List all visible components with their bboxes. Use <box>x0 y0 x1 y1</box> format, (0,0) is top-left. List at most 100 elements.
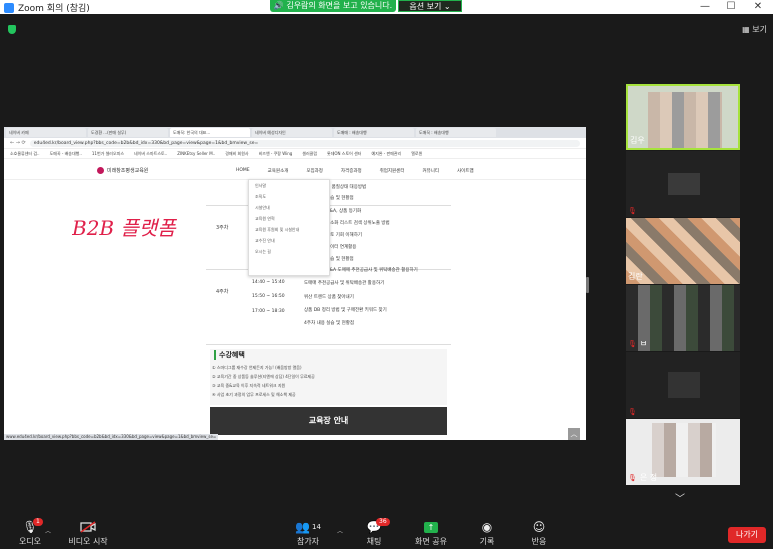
bookmark[interactable]: 예지완 - 판매관리 <box>371 149 401 158</box>
leave-button[interactable]: 나가기 <box>728 527 766 543</box>
chat-button[interactable]: 💬 36 채팅 <box>356 518 392 547</box>
site-menu: HOME 교육원소개 모집과정 자격증과정 취업지원센터 커뮤니티 사이트맵 <box>236 168 474 174</box>
participants-options-chevron-icon[interactable]: ︿ <box>337 526 343 535</box>
dropdown-item[interactable]: 교육원 후원회 및 시설안내 <box>249 224 329 235</box>
nav-item[interactable]: 사이트맵 <box>457 168 474 174</box>
nav-item[interactable]: 교육원소개 <box>268 168 289 174</box>
browser-tab[interactable]: 네이버 예성디자인 <box>252 128 332 137</box>
handwriting-text: B2B 플랫폼 <box>72 216 177 240</box>
dropdown-item[interactable]: 인사말 <box>249 180 329 191</box>
nav-item[interactable]: 모집과정 <box>306 168 323 174</box>
participants-icon: 👥 14 <box>295 520 321 534</box>
dropdown-item[interactable]: 오시는 길 <box>249 246 329 257</box>
bookmark[interactable]: 11번가 셀러오피스 <box>92 149 124 158</box>
chat-label: 채팅 <box>366 537 382 546</box>
handwriting-annotation: B2B 플랫폼 <box>72 216 177 240</box>
view-toggle[interactable]: ▦ 보기 <box>742 24 767 35</box>
reactions-smiley-icon: ☺ <box>532 520 546 534</box>
nav-item[interactable]: 커뮤니티 <box>422 168 439 174</box>
schedule-row: 도매매 추천공급사 및 위탁배송관 활용하기 <box>304 281 385 286</box>
participant-tile[interactable]: 김우 <box>626 84 740 150</box>
mic-muted-icon: 🎙 <box>628 339 637 348</box>
participant-video <box>668 173 700 195</box>
chat-icon: 💬 36 <box>356 518 392 536</box>
site-logo[interactable]: 미래창조평생교육원 <box>97 167 148 174</box>
scroll-down-chevron-icon[interactable]: ﹀ <box>675 490 685 505</box>
reactions-button[interactable]: ☺ 반응 <box>522 518 556 547</box>
participant-name-tag: 🎙 <box>628 207 640 215</box>
bookmark[interactable]: 셀러클럽 <box>302 149 317 158</box>
close-button[interactable]: ✕ <box>745 0 771 14</box>
participant-name-tag: 김란 <box>628 271 643 282</box>
dropdown-item[interactable]: 교육원 연혁 <box>249 213 329 224</box>
start-video-button[interactable]: 비디오 시작 <box>64 518 112 547</box>
benefit-section: 수강혜택 ① 스마디그룹 재수강 언제든지 가능! (배움방방 열음) ② 교육… <box>210 349 447 405</box>
share-screen-icon: ↑ <box>410 518 452 536</box>
bookmark[interactable]: 소호물류센터 검.. <box>10 149 40 158</box>
bookmark[interactable]: 네이버 스마트스토.. <box>134 149 167 158</box>
bookmark[interactable]: ZINKEtsy Seller M.. <box>177 149 215 158</box>
bookmark[interactable]: 경매비 회원사 <box>225 149 248 158</box>
nav-item[interactable]: 취업지원센터 <box>380 168 405 174</box>
benefit-item: ④ 사업 초기 과정의 업무 프로세스 및 해소책 제공 <box>212 392 296 397</box>
browser-tab[interactable]: 도경환 ...(판매 실무) <box>88 128 168 137</box>
view-options-button[interactable]: 옵션 보기 ⌄ <box>398 0 462 12</box>
participant-tile[interactable]: 🎙 <box>626 352 740 418</box>
schedule-row: 및 품질상태 대응방법 <box>326 185 367 190</box>
address-bar: ← → ⟳ edu4ed.kr/board_view.php?bbs_code=… <box>4 138 586 149</box>
share-banner-text: 김우람의 화면을 보고 있습니다. <box>286 1 393 10</box>
share-label: 화면 공유 <box>415 537 447 546</box>
browser-tab[interactable]: 네이버 카페 <box>6 128 86 137</box>
participant-tile[interactable]: 김란 <box>626 218 740 284</box>
bookmark[interactable]: 엘로윈 <box>411 149 422 158</box>
audio-button[interactable]: 🎙 1 오디오 <box>12 518 48 547</box>
maximize-button[interactable]: ☐ <box>718 0 744 14</box>
participant-name: 김란 <box>628 272 643 281</box>
nav-item[interactable]: 자격증과정 <box>341 168 362 174</box>
benefit-title: 수강혜택 <box>214 350 245 360</box>
mic-muted-icon: 🎙 <box>628 207 637 215</box>
participant-tile[interactable]: 🎙 은 정 <box>626 419 740 485</box>
participant-name: ㅂ <box>639 339 648 348</box>
dropdown-item[interactable]: 시설안내 <box>249 202 329 213</box>
panel-resize-handle[interactable] <box>586 277 589 293</box>
site-logo-text: 미래창조평생교육원 <box>107 168 149 174</box>
scroll-top-icon[interactable]: ︿ <box>568 428 580 440</box>
browser-tab-active[interactable]: 도매꾹: 한국의 대표... <box>170 128 250 137</box>
dropdown-item[interactable]: 교수진 안내 <box>249 235 329 246</box>
participant-name-tag: 🎙 ㅂ <box>628 338 647 349</box>
participant-name-tag: 🎙 <box>628 408 640 416</box>
minimize-button[interactable]: — <box>692 0 718 14</box>
participant-name-tag: 김우 <box>630 135 645 146</box>
participants-button[interactable]: 👥 14 참가자 <box>290 518 326 547</box>
participant-tile[interactable]: 🎙 ㅂ <box>626 285 740 351</box>
dropdown-item[interactable]: 조직도 <box>249 191 329 202</box>
week-label: 3주차 <box>216 225 229 231</box>
chat-badge: 36 <box>376 518 390 526</box>
nav-item[interactable]: HOME <box>236 168 250 174</box>
browser-tab[interactable]: 도매꾹 : 배송대행 <box>416 128 496 137</box>
nav-arrows-icon[interactable]: ← → ⟳ <box>10 140 26 146</box>
audio-options-chevron-icon[interactable]: ︿ <box>45 526 51 535</box>
dropdown-menu: 인사말 조직도 시설안내 교육원 연혁 교육원 후원회 및 시설안내 교수진 안… <box>248 179 330 276</box>
benefit-item: ① 스마디그룹 재수강 언제든지 가능! (배움방방 열음) <box>212 365 302 370</box>
schedule-time: 15:50 ~ 16:50 <box>252 294 285 299</box>
url-input[interactable]: edu4ed.kr/board_view.php?bbs_code=b2b&bd… <box>29 139 580 147</box>
view-options-label: 옵션 보기 <box>409 2 442 11</box>
schedule-row: Q&A, 상품 등기화 <box>326 209 362 214</box>
browser-tab[interactable]: 도매매 : 배송대행 <box>334 128 414 137</box>
security-shield-icon[interactable] <box>8 25 16 34</box>
browser-tabs: 네이버 카페 도경환 ...(판매 실무) 도매꾹: 한국의 대표... 네이버… <box>4 127 586 138</box>
participant-tile[interactable]: 🎙 <box>626 151 740 217</box>
record-button[interactable]: ◉ 기록 <box>470 518 504 547</box>
share-screen-button[interactable]: ↑ 화면 공유 <box>410 518 452 547</box>
schedule-row: 데이터 연계활용 <box>326 245 357 250</box>
window-title: Zoom 회의 (참김) <box>18 4 90 14</box>
bookmark[interactable]: 비즈앤 - 쿠팡 Wing <box>259 149 293 158</box>
bookmark[interactable]: 롯데ON 스토어 센터 <box>327 149 361 158</box>
mic-muted-icon: 🎙 <box>628 473 637 482</box>
bookmark[interactable]: 도매꾹 - 배송대행.. <box>50 149 82 158</box>
education-guide-button[interactable]: 교육장 안내 <box>210 407 447 435</box>
schedule-row: 4주차 내용 실습 및 현황점 <box>304 321 354 326</box>
schedule-row: 검토 기회 이해하기 <box>326 233 362 238</box>
